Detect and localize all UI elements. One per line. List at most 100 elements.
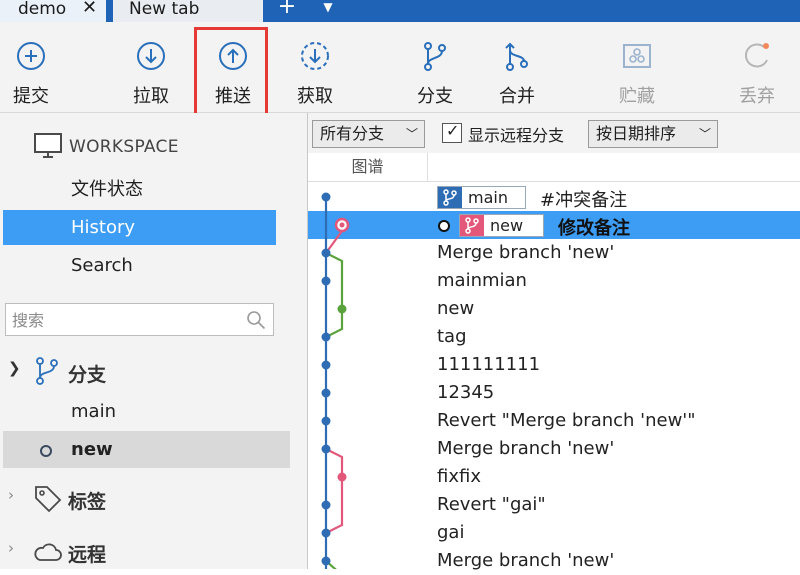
discard-label: 丢弃 xyxy=(739,86,775,107)
discard-button[interactable]: 丢弃 xyxy=(726,22,788,113)
pull-label: 拉取 xyxy=(133,86,169,107)
sidebar: WORKSPACE 文件状态 History Search ❯ 分支 main … xyxy=(0,113,296,569)
commit-node xyxy=(321,416,331,426)
search-box[interactable] xyxy=(5,303,274,336)
fetch-button[interactable]: 获取 xyxy=(284,22,346,113)
push-highlight-box xyxy=(194,27,268,122)
sidebar-splitter[interactable] xyxy=(296,113,308,569)
merge-label: 合并 xyxy=(499,86,535,107)
branch-badge[interactable]: new xyxy=(459,214,544,237)
commit-button[interactable]: 提交 xyxy=(0,22,62,113)
commit-node xyxy=(321,192,331,202)
tab-menu-icon[interactable]: ▼ xyxy=(318,0,338,18)
add-tab-icon[interactable]: + xyxy=(272,0,302,21)
commit-node xyxy=(321,500,331,510)
commit-message: 12345 xyxy=(437,382,495,403)
merge-button[interactable]: 合并 xyxy=(486,22,548,113)
branches-header: 分支 xyxy=(68,364,107,386)
branch-label: 分支 xyxy=(417,86,453,107)
checkmark-icon: ✓ xyxy=(446,121,460,140)
commit-message: fixfix xyxy=(437,466,481,487)
tab-bar: demo ✕ New tab + ▼ xyxy=(0,0,800,22)
pull-icon xyxy=(137,42,165,70)
commit-message: Revert "Merge branch 'new'" xyxy=(437,410,696,431)
close-icon[interactable]: ✕ xyxy=(82,0,97,17)
tags-header: 标签 xyxy=(68,491,107,513)
remote-group[interactable]: › 远程 xyxy=(0,536,290,572)
pull-button[interactable]: 拉取 xyxy=(120,22,182,113)
branch-badge-label: main xyxy=(468,188,508,207)
commit-message: Merge branch 'new' xyxy=(437,438,615,459)
sidebar-item-search[interactable]: Search xyxy=(3,248,276,283)
cloud-icon xyxy=(34,543,62,561)
commit-message: 修改备注 xyxy=(558,218,630,239)
branch-item-main[interactable]: main xyxy=(3,393,290,430)
graph-edge xyxy=(325,252,344,338)
branch-badge[interactable]: main xyxy=(437,186,526,209)
branch-item-new-label: new xyxy=(71,439,113,460)
commit-message: Merge branch 'new' xyxy=(437,242,615,263)
sort-select[interactable]: 按日期排序 ﹀ xyxy=(588,120,718,148)
show-remote-checkbox[interactable]: ✓ xyxy=(442,121,462,143)
sidebar-item-history[interactable]: History xyxy=(3,210,276,245)
tag-icon xyxy=(35,486,62,513)
commit-node xyxy=(321,276,331,286)
commit-node xyxy=(321,444,331,454)
branch-button[interactable]: 分支 xyxy=(404,22,466,113)
graph-column-header[interactable]: 图谱 xyxy=(308,153,428,182)
discard-icon xyxy=(744,43,769,68)
commit-node xyxy=(321,388,331,398)
branches-group[interactable]: ❯ 分支 xyxy=(0,356,290,392)
commit-list: main #冲突备注 new 修改备注 Merge branch 'new' mainmi… xyxy=(308,182,800,571)
chevron-down-icon[interactable]: ❯ xyxy=(8,359,21,377)
branch-filter-select[interactable]: 所有分支 ﹀ xyxy=(312,120,425,148)
tab-new[interactable]: New tab xyxy=(113,0,263,22)
workspace-label: WORKSPACE xyxy=(69,137,179,157)
commit-node xyxy=(321,248,331,258)
chevron-right-icon[interactable]: › xyxy=(8,539,14,557)
filter-bar: 所有分支 ﹀ ✓ 显示远程分支 按日期排序 ﹀ xyxy=(308,113,800,153)
commit-node-head-dot xyxy=(339,222,345,228)
chevron-down-icon: ﹀ xyxy=(698,127,711,141)
tab-new-label: New tab xyxy=(129,0,200,19)
tab-demo[interactable]: demo ✕ xyxy=(0,0,106,22)
search-icon[interactable] xyxy=(246,310,266,330)
commit-message: 111111111 xyxy=(437,354,541,375)
branch-badge-label: new xyxy=(490,216,524,235)
column-header: 图谱 xyxy=(308,153,800,182)
sort-value: 按日期排序 xyxy=(596,124,677,143)
commit-node xyxy=(321,556,331,566)
commit-message: gai xyxy=(437,522,465,543)
sidebar-item-file-status[interactable]: 文件状态 xyxy=(3,172,276,207)
commit-message: Revert "gai" xyxy=(437,494,546,515)
show-remote-label: 显示远程分支 xyxy=(468,126,565,145)
commit-graph xyxy=(321,192,350,569)
chevron-down-icon: ﹀ xyxy=(405,127,418,141)
branch-filter-value: 所有分支 xyxy=(320,124,385,143)
chevron-right-icon[interactable]: › xyxy=(8,486,14,504)
fetch-icon xyxy=(301,42,329,70)
toolbar: 提交 拉取 推送 获取 分支 合并 贮藏 丢弃 xyxy=(0,22,800,113)
commit-node xyxy=(321,360,331,370)
graph-edge xyxy=(325,448,344,534)
commit-node xyxy=(337,472,347,482)
commit-message: mainmian xyxy=(437,270,527,291)
branch-item-new[interactable]: new xyxy=(3,431,290,468)
commit-node xyxy=(321,528,331,538)
commit-message: #冲突备注 xyxy=(540,190,628,211)
tags-group[interactable]: › 标签 xyxy=(0,483,290,519)
stash-button[interactable]: 贮藏 xyxy=(606,22,668,113)
commit-icon xyxy=(17,42,45,70)
branch-icon xyxy=(438,187,462,208)
fetch-label: 获取 xyxy=(297,86,333,107)
commit-message: tag xyxy=(437,326,467,347)
history-panel: 所有分支 ﹀ ✓ 显示远程分支 按日期排序 ﹀ 图谱 main #冲突备注 new 修… xyxy=(308,113,800,571)
current-branch-icon xyxy=(40,445,52,457)
search-input[interactable] xyxy=(12,307,242,333)
branch-group-icon xyxy=(36,357,58,385)
remote-header: 远程 xyxy=(68,544,107,566)
commit-label: 提交 xyxy=(13,86,49,107)
monitor-icon xyxy=(34,133,62,158)
head-indicator-icon xyxy=(438,220,450,232)
merge-icon xyxy=(505,42,528,71)
